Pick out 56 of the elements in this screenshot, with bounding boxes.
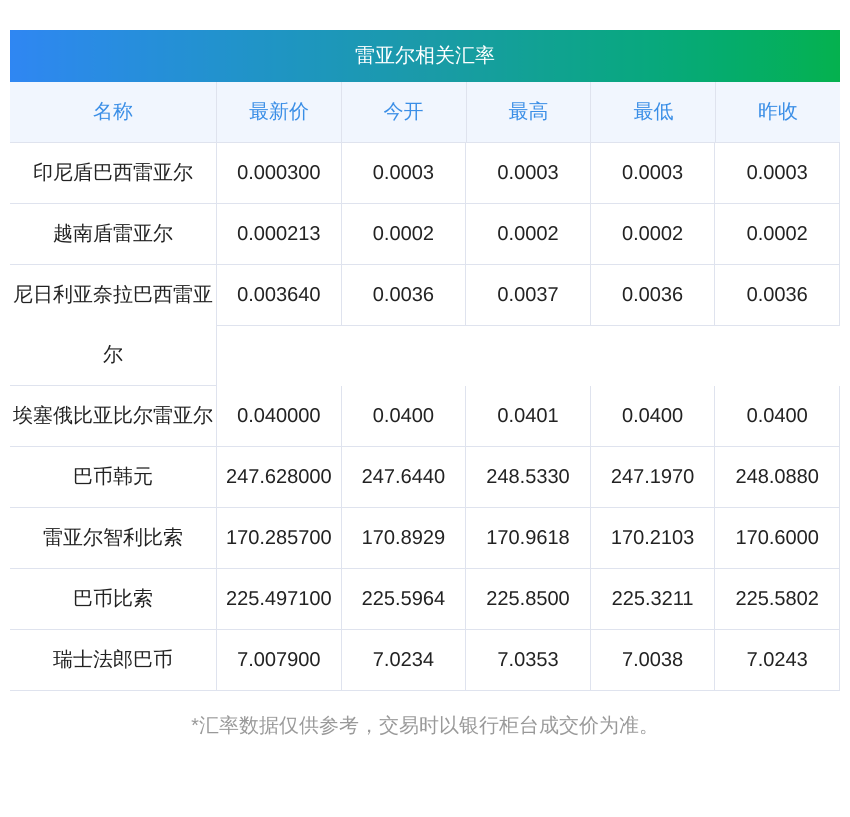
table-cell: 247.6440: [342, 447, 466, 507]
table-cell-text: 0.0003: [746, 161, 809, 186]
table-cell-text: 0.0400: [746, 404, 809, 429]
table-cell: 尼日利亚奈拉巴西雷亚尔: [10, 265, 217, 386]
table-cell-text: 7.0243: [746, 648, 809, 673]
table-cell: 0.0036: [590, 265, 716, 325]
table-cell: 225.3211: [590, 569, 716, 629]
table-cell: 7.0038: [590, 630, 716, 690]
table-cell-text: 225.5802: [734, 587, 820, 612]
table-cell: 0.0003: [466, 143, 591, 203]
table-cell: 0.040000: [217, 386, 342, 446]
table-cell: 170.285700: [217, 508, 342, 568]
column-header: 名称: [10, 82, 217, 142]
table-cell: 0.0003: [342, 143, 466, 203]
table-cell: 巴币比索: [10, 569, 217, 630]
table-cell: 170.8929: [342, 508, 466, 568]
table-cell: 0.0036: [342, 265, 466, 325]
table-cell: 0.0002: [466, 204, 591, 264]
table-title: 雷亚尔相关汇率: [10, 30, 840, 82]
table-cell: 越南盾雷亚尔: [10, 204, 217, 265]
table-cell: 248.5330: [466, 447, 591, 507]
table-cell: 0.000300: [217, 143, 342, 203]
table-cell: 0.0003: [590, 143, 716, 203]
table-cell: 7.0353: [466, 630, 591, 690]
table-cell: 225.8500: [466, 569, 591, 629]
table-cell: 0.0400: [590, 386, 716, 446]
column-header: 今开: [342, 82, 467, 142]
table-cell: 0.0400: [342, 386, 466, 446]
table-cell: 0.0002: [590, 204, 716, 264]
table-cell: 7.007900: [217, 630, 342, 690]
table-cell: 7.0234: [342, 630, 466, 690]
column-header: 最低: [591, 82, 716, 142]
column-header: 昨收: [757, 100, 800, 125]
table-cell: 雷亚尔智利比索: [10, 508, 217, 569]
table-cell: 170.2103: [590, 508, 716, 568]
table-cell-text: 0.0002: [746, 222, 809, 247]
table-cell: 0.0401: [466, 386, 591, 446]
table-cell: 印尼盾巴西雷亚尔: [10, 143, 217, 204]
table-cell: 0.0002: [342, 204, 466, 264]
column-header: 最新价: [217, 82, 342, 142]
table-cell: 247.1970: [590, 447, 716, 507]
table-cell: 247.628000: [217, 447, 342, 507]
table-cell: 0.003640: [217, 265, 342, 325]
column-header: 最高: [466, 82, 592, 142]
table-cell: 225.497100: [217, 569, 342, 629]
table-cell: 225.5964: [342, 569, 466, 629]
table-cell-text: 170.6000: [734, 526, 820, 551]
table-cell-text: 0.0036: [746, 283, 809, 308]
table-cell: 0.0037: [466, 265, 591, 325]
table-cell: 瑞士法郎巴币: [10, 630, 217, 691]
table-cell: 巴币韩元: [10, 447, 217, 508]
table-cell: 埃塞俄比亚比尔雷亚尔: [10, 386, 217, 447]
table-cell: 170.9618: [466, 508, 591, 568]
disclaimer-text: *汇率数据仅供参考，交易时以银行柜台成交价为准。: [190, 714, 660, 739]
table-cell: 0.000213: [217, 204, 342, 264]
table-cell-text: 248.0880: [734, 465, 820, 490]
